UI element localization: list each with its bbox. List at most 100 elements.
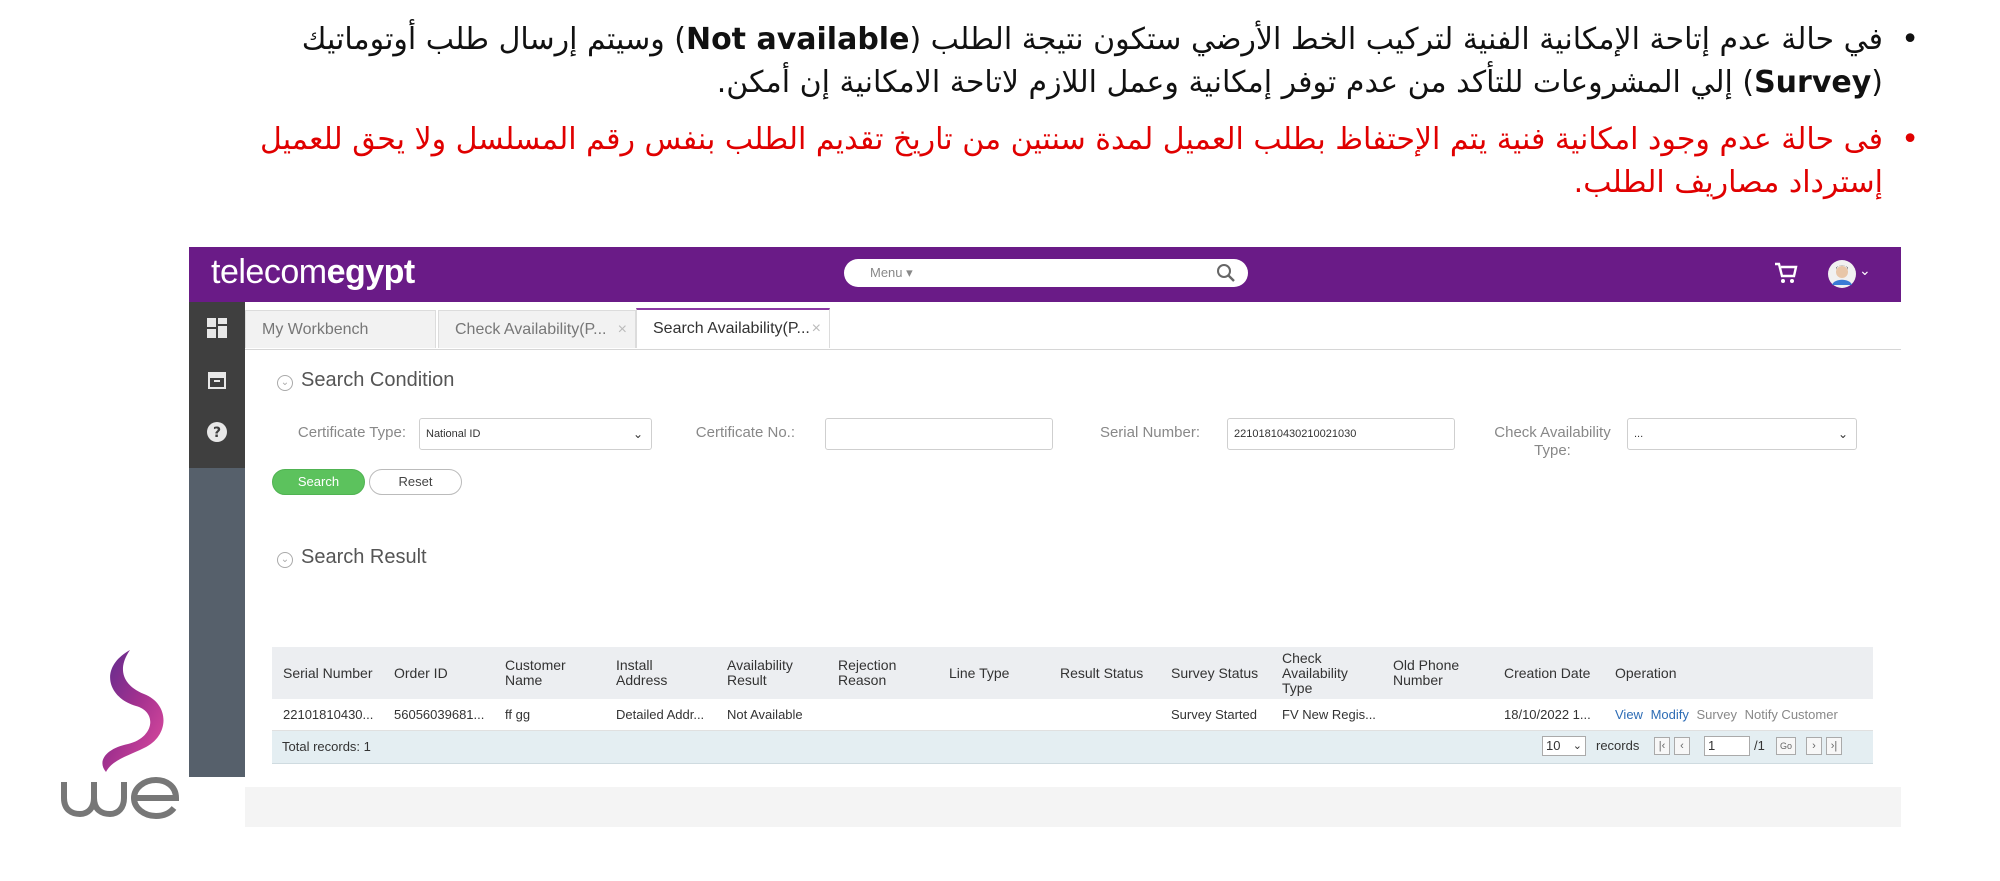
table-footer: Total records: 1 10 ⌄ records |‹ ‹ 1 /1 …: [272, 731, 1873, 764]
tab-my-workbench[interactable]: My Workbench: [245, 310, 436, 348]
we-logo: [61, 650, 180, 820]
go-button[interactable]: Go: [1776, 737, 1796, 755]
column-header[interactable]: Install Address: [616, 647, 706, 699]
column-header[interactable]: Survey Status: [1171, 647, 1271, 699]
page-size-value: 10: [1546, 738, 1561, 753]
page-total: /1: [1754, 738, 1765, 753]
check-availability-type-label: Check Availability Type:: [1494, 424, 1611, 459]
menu-dropdown-label[interactable]: Menu ▾: [870, 265, 913, 281]
column-header[interactable]: Old Phone Number: [1393, 647, 1483, 699]
note-not-available: • في حالة عدم إتاحة الإمكانية الفنية لتر…: [200, 18, 1925, 104]
page-number-input[interactable]: 1: [1704, 736, 1750, 756]
search-condition-title: Search Condition: [301, 369, 455, 391]
notify-customer-link[interactable]: Notify Customer: [1745, 707, 1838, 722]
cell-check-type: FV New Regis...: [1282, 707, 1376, 722]
search-result-header[interactable]: ⌄ Search Result: [277, 546, 427, 569]
sidebar: ?: [189, 302, 245, 777]
app-window: telecomegypt Menu ▾ ⌄ ? My Workbench Che…: [189, 247, 1901, 827]
modify-link[interactable]: Modify: [1651, 707, 1689, 722]
dashboard-icon[interactable]: [205, 316, 229, 340]
next-page-icon[interactable]: ›: [1806, 737, 1822, 755]
serial-number-input[interactable]: 22101810430210021030: [1227, 418, 1455, 450]
table-header: Serial Number Order ID Customer Name Ins…: [272, 647, 1873, 699]
page-current: 1: [1708, 738, 1716, 753]
cell-order-id: 56056039681...: [394, 707, 485, 722]
note1-bold-1: Not available: [685, 22, 910, 57]
note-no-technical-availability: • فى حالة عدم وجود امكانية فنية يتم الإح…: [200, 118, 1925, 204]
archive-icon[interactable]: [205, 368, 229, 392]
prev-page-icon[interactable]: ‹: [1674, 737, 1690, 755]
total-records: Total records: 1: [282, 739, 371, 754]
slide-notes: • في حالة عدم إتاحة الإمكانية الفنية لتر…: [200, 18, 1925, 204]
search-button[interactable]: Search: [272, 469, 365, 495]
main-content: My Workbench Check Availability(P... × S…: [245, 302, 1901, 827]
tab-label: My Workbench: [262, 321, 369, 338]
tab-check-availability[interactable]: Check Availability(P... ×: [438, 310, 636, 348]
search-icon[interactable]: [1216, 263, 1236, 283]
brand-light: telecom: [211, 253, 327, 291]
column-header: Operation: [1615, 664, 1677, 681]
close-icon[interactable]: ×: [618, 311, 627, 349]
tab-label: Search Availability(P...: [653, 320, 810, 337]
column-header[interactable]: Rejection Reason: [838, 647, 928, 699]
note1-bold-2: Survey: [1754, 65, 1872, 100]
cell-customer-name: ff gg: [505, 707, 531, 722]
search-condition-header[interactable]: ⌄ Search Condition: [277, 369, 454, 392]
last-page-icon[interactable]: ›|: [1826, 737, 1842, 755]
bottom-strip: [245, 787, 1901, 827]
serial-number-value: 22101810430210021030: [1234, 428, 1357, 440]
bullet: •: [1901, 122, 1919, 157]
page-size-select[interactable]: 10 ⌄: [1542, 736, 1586, 756]
cell-survey-status: Survey Started: [1171, 707, 1257, 722]
svg-text:?: ?: [213, 425, 221, 441]
column-header[interactable]: Creation Date: [1504, 647, 1604, 699]
certificate-type-value: National ID: [426, 428, 481, 440]
survey-link[interactable]: Survey: [1697, 707, 1737, 722]
column-header[interactable]: Check Availability Type: [1282, 647, 1362, 699]
column-header[interactable]: Order ID: [394, 647, 494, 699]
menu-search-box[interactable]: Menu ▾: [844, 259, 1248, 287]
tab-bar: My Workbench Check Availability(P... × S…: [245, 302, 1901, 350]
chevron-down-icon[interactable]: ⌄: [1859, 263, 1871, 279]
check-availability-type-value: ...: [1634, 428, 1644, 440]
cell-availability-result: Not Available: [727, 707, 803, 722]
top-bar: telecomegypt Menu ▾ ⌄: [189, 247, 1901, 302]
note1-text-1: في حالة عدم إتاحة الإمكانية الفنية لتركي…: [909, 22, 1883, 57]
cell-serial-number: 22101810430...: [283, 707, 374, 722]
tab-label: Check Availability(P...: [455, 321, 607, 338]
chevron-down-icon: ⌄: [1837, 427, 1848, 441]
certificate-no-input[interactable]: [825, 418, 1053, 450]
close-icon[interactable]: ×: [812, 310, 821, 348]
cell-install-address: Detailed Addr...: [616, 707, 705, 722]
bullet: •: [1901, 22, 1919, 57]
column-header[interactable]: Line Type: [949, 647, 1049, 699]
search-result-title: Search Result: [301, 546, 427, 568]
chevron-down-icon: ⌄: [632, 427, 643, 441]
tab-search-availability[interactable]: Search Availability(P... ×: [636, 308, 830, 348]
column-header[interactable]: Customer Name: [505, 647, 595, 699]
reset-button[interactable]: Reset: [369, 469, 462, 495]
column-header[interactable]: Serial Number: [283, 647, 383, 699]
records-label: records: [1596, 738, 1640, 753]
cell-operation: View Modify Survey Notify Customer: [1615, 699, 1842, 730]
cart-icon[interactable]: [1773, 260, 1799, 286]
column-header[interactable]: Availability Result: [727, 647, 817, 699]
cell-creation-date: 18/10/2022 1...: [1504, 707, 1591, 722]
collapse-chevron-icon[interactable]: ⌄: [277, 375, 293, 391]
serial-number-label: Serial Number:: [1099, 424, 1200, 441]
certificate-type-select[interactable]: National ID ⌄: [419, 418, 652, 450]
table-row[interactable]: 22101810430... 56056039681... ff gg Deta…: [272, 699, 1873, 731]
chevron-down-icon: ⌄: [1572, 740, 1582, 752]
first-page-icon[interactable]: |‹: [1654, 737, 1670, 755]
brand-bold: egypt: [326, 253, 416, 291]
help-icon[interactable]: ?: [205, 420, 229, 444]
column-header[interactable]: Result Status: [1060, 647, 1160, 699]
check-availability-type-select[interactable]: ... ⌄: [1627, 418, 1857, 450]
brand-logo[interactable]: telecomegypt: [211, 253, 415, 292]
collapse-chevron-icon[interactable]: ⌄: [277, 552, 293, 568]
certificate-no-label: Certificate No.:: [695, 424, 795, 441]
view-link[interactable]: View: [1615, 707, 1643, 722]
user-avatar-icon[interactable]: [1827, 259, 1857, 289]
certificate-type-label: Certificate Type:: [297, 424, 406, 441]
note1-text-3: ) إلي المشروعات للتأكد من عدم توفر إمكان…: [716, 65, 1755, 100]
